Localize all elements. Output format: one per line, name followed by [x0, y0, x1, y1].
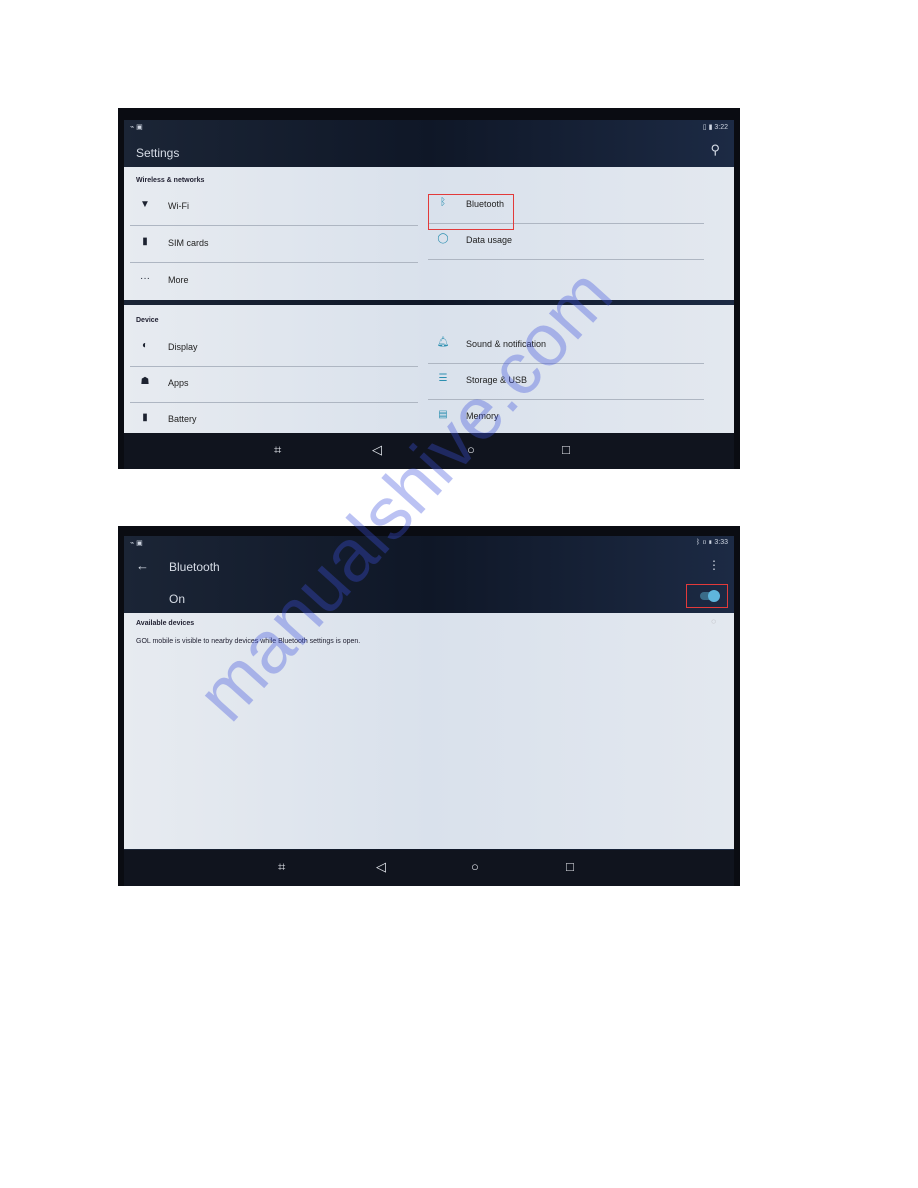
recents-icon[interactable]: □ — [562, 442, 570, 457]
wireless-section: Wireless & networks ▼ Wi-Fi ▮ SIM cards ··… — [124, 167, 734, 300]
data-usage-icon: ◯ — [437, 233, 449, 244]
item-label: More — [168, 275, 189, 285]
sim-card-icon: ▮ — [142, 236, 148, 247]
status-bar: ⌁ ▣ ▯ ▮ 3:22 — [130, 124, 728, 131]
item-label: Data usage — [466, 235, 513, 245]
toggle-highlight-box — [686, 584, 728, 608]
sim-cards-item[interactable]: ▮ SIM cards — [130, 226, 418, 263]
overflow-menu-icon[interactable]: ⋮ — [708, 558, 720, 572]
back-icon[interactable]: ◁ — [376, 859, 386, 875]
section-header: Wireless & networks — [136, 177, 205, 184]
screenshot-icon[interactable]: ⌗ — [278, 859, 285, 875]
section-header: Available devices — [136, 620, 195, 627]
battery-icon: ▮ — [142, 412, 148, 423]
settings-title: Settings — [136, 146, 180, 160]
brightness-icon: ◐ — [141, 340, 149, 351]
search-icon[interactable]: ⚲ — [710, 142, 720, 158]
bluetooth-highlight-box — [428, 194, 514, 230]
wifi-icon: ▼ — [140, 199, 150, 210]
navigation-bar: ⌗ ◁ ○ □ — [124, 850, 734, 886]
display-item[interactable]: ◐ Display — [130, 330, 418, 367]
bluetooth-title: Bluetooth — [169, 560, 220, 574]
item-label: Display — [168, 342, 198, 352]
progress-spinner-icon: ◌ — [711, 617, 716, 626]
back-arrow-icon[interactable]: ← — [136, 558, 149, 573]
item-label: SIM cards — [168, 238, 209, 248]
more-item[interactable]: ··· More — [130, 263, 418, 299]
android-icon: ☗ — [140, 376, 150, 387]
switch-label: On — [169, 592, 186, 606]
wifi-item[interactable]: ▼ Wi-Fi — [130, 189, 418, 226]
apps-item[interactable]: ☗ Apps — [130, 366, 418, 403]
bell-icon: 🔔︎ — [436, 337, 450, 348]
item-label: Apps — [168, 378, 189, 388]
document-page: ⌁ ▣ ▯ ▮ 3:22 Settings ⚲ Wireless & networ… — [0, 0, 918, 1188]
status-bar: ⌁ ▣ ᛒ ▯ ▮ 3:33 — [130, 539, 728, 547]
item-label: Battery — [168, 414, 197, 424]
recents-icon[interactable]: □ — [566, 859, 574, 874]
item-label: Wi-Fi — [168, 201, 189, 211]
home-icon[interactable]: ○ — [471, 859, 479, 874]
more-dots-icon: ··· — [140, 273, 150, 284]
section-header: Device — [136, 317, 159, 324]
screenshot-icon[interactable]: ⌗ — [274, 442, 281, 458]
